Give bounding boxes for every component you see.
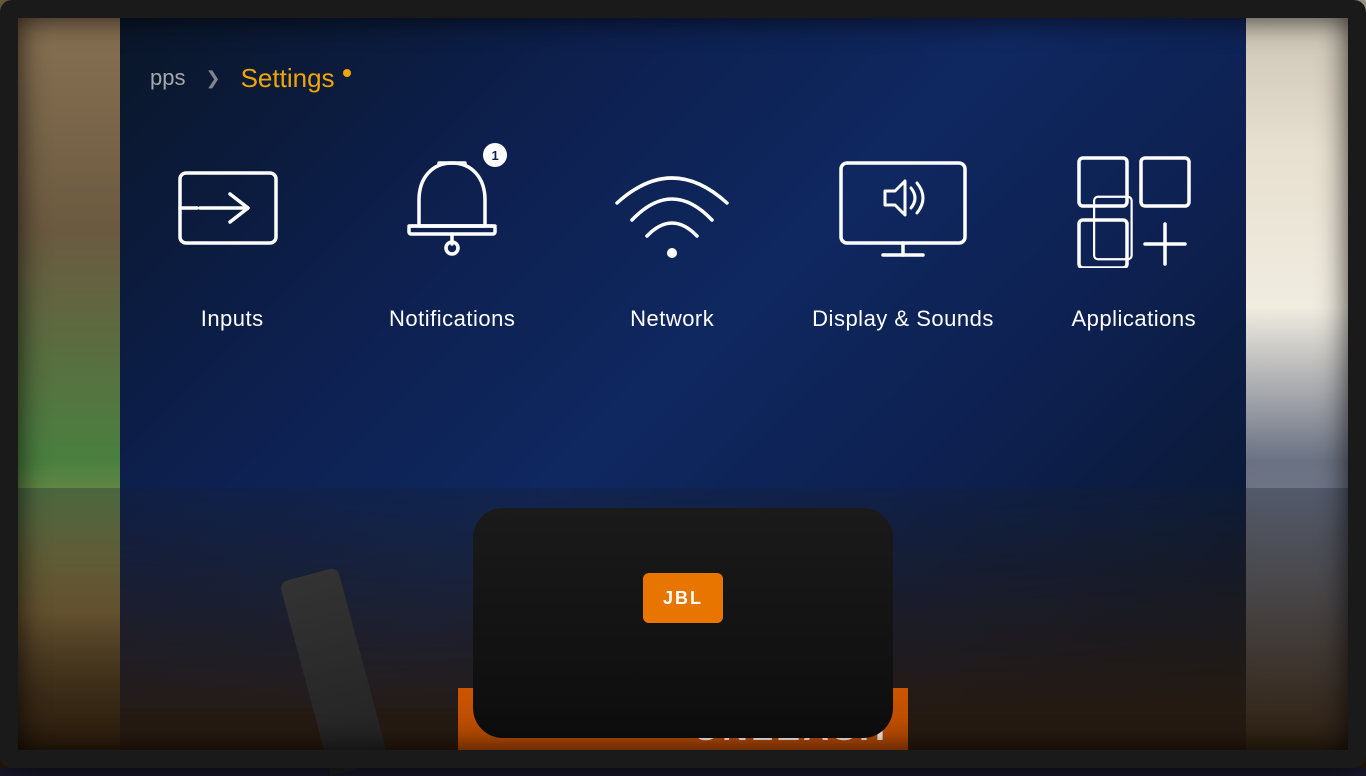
display-sounds-label: Display & Sounds <box>812 306 994 332</box>
settings-item-network[interactable]: Network <box>592 138 752 332</box>
top-navigation: pps ❯ Settings <box>110 48 1256 108</box>
nav-settings[interactable]: Settings <box>241 63 351 94</box>
left-wall <box>0 0 120 768</box>
display-sounds-icon-container <box>833 138 973 278</box>
nav-arrow-icon: ❯ <box>205 68 220 89</box>
jbl-speaker: JBL <box>473 508 893 738</box>
input-arrow-icon <box>172 158 292 258</box>
network-icon-container <box>602 138 742 278</box>
settings-item-display-sounds[interactable]: Display & Sounds <box>812 138 994 332</box>
settings-notification-dot <box>343 69 351 77</box>
inputs-label: Inputs <box>201 306 264 332</box>
nav-apps[interactable]: pps <box>150 65 185 91</box>
settings-item-inputs[interactable]: Inputs <box>152 138 312 332</box>
wifi-icon <box>607 148 737 268</box>
right-wall <box>1246 0 1366 768</box>
settings-item-notifications[interactable]: 1 Notifications <box>372 138 532 332</box>
applications-label: Applications <box>1072 306 1197 332</box>
notifications-icon-container: 1 <box>382 138 522 278</box>
jbl-logo: JBL <box>643 573 723 623</box>
notification-badge: 1 <box>483 143 507 167</box>
tv-frame: pps ❯ Settings <box>0 0 1366 768</box>
partial-icon <box>1091 168 1141 288</box>
settings-label: Settings <box>241 63 335 94</box>
network-label: Network <box>630 306 714 332</box>
settings-grid: Inputs 1 <box>110 138 1256 332</box>
notifications-label: Notifications <box>389 306 515 332</box>
display-sound-icon <box>833 153 973 263</box>
partial-right-item <box>1091 168 1141 293</box>
inputs-icon-container <box>162 138 302 278</box>
